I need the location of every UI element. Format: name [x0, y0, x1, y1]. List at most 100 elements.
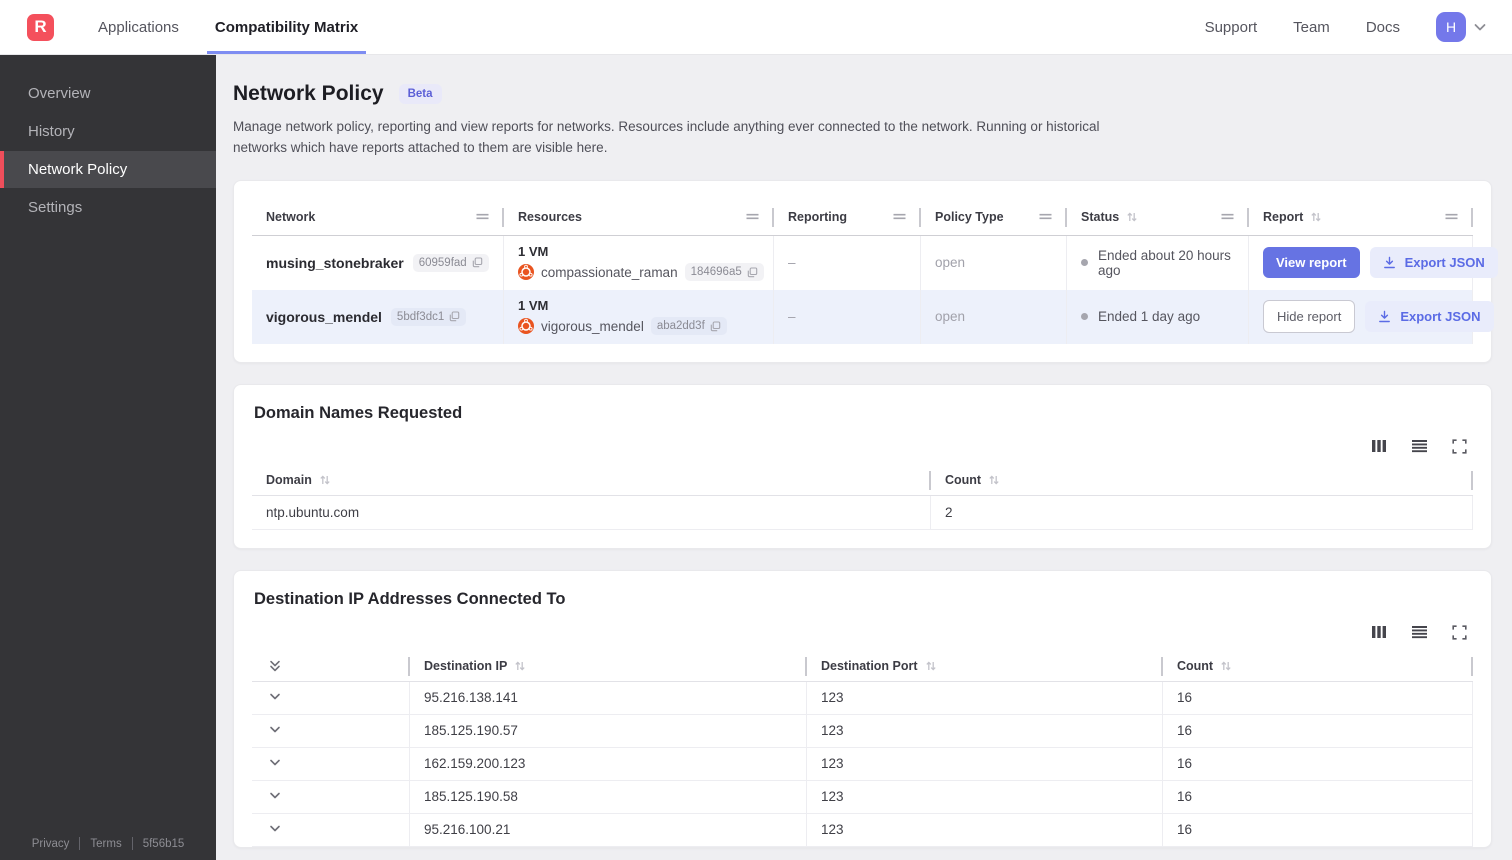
column-header-policy-type[interactable]: Policy Type	[921, 199, 1067, 236]
user-menu-toggle[interactable]	[1472, 19, 1488, 35]
destinations-card: Destination IP Addresses Connected To De…	[233, 569, 1492, 848]
vm-id-badge: 184696a5	[684, 263, 764, 282]
report-cell: View report Export JSON	[1249, 235, 1498, 290]
copy-icon[interactable]	[472, 257, 483, 268]
sort-icon[interactable]	[1310, 211, 1322, 223]
status-text: Ended 1 day ago	[1098, 309, 1201, 325]
destination-port-cell: 123	[807, 747, 1163, 781]
nav-link-support[interactable]: Support	[1205, 19, 1258, 36]
destination-ip-cell: 185.125.190.58	[410, 780, 807, 814]
nav-link-team[interactable]: Team	[1293, 19, 1330, 36]
column-header-destination-port[interactable]: Destination Port	[807, 652, 1163, 682]
sort-icon[interactable]	[319, 474, 331, 486]
double-chevron-down-icon[interactable]	[268, 659, 282, 673]
column-header-status[interactable]: Status	[1067, 199, 1249, 236]
rows-view-icon[interactable]	[1411, 439, 1428, 453]
sort-icon[interactable]	[1126, 211, 1138, 223]
column-header-count[interactable]: Count	[1163, 652, 1473, 682]
rows-view-icon[interactable]	[1411, 625, 1428, 639]
column-header-resources[interactable]: Resources	[504, 199, 774, 236]
export-json-button[interactable]: Export JSON	[1365, 301, 1494, 333]
nav-link-docs[interactable]: Docs	[1366, 19, 1400, 36]
status-text: Ended about 20 hours ago	[1098, 247, 1231, 278]
domains-table: Domain Count ntp.ubuntu.com 2	[252, 466, 1473, 530]
sort-icon[interactable]	[1220, 660, 1232, 672]
sidebar-item-network-policy[interactable]: Network Policy	[0, 151, 216, 188]
copy-icon[interactable]	[710, 321, 721, 332]
chevron-down-icon[interactable]	[268, 825, 282, 834]
drag-handle-icon[interactable]	[1038, 212, 1053, 221]
column-header-destination-ip[interactable]: Destination IP	[410, 652, 807, 682]
vm-id: aba2dd3f	[656, 320, 705, 333]
destinations-table: Destination IP Destination Port Count 95…	[252, 652, 1473, 847]
app-logo[interactable]: R	[27, 13, 54, 41]
column-header-label: Reporting	[788, 209, 848, 224]
sidebar-item-overview[interactable]: Overview	[0, 75, 216, 112]
copy-icon[interactable]	[747, 267, 758, 278]
export-json-button[interactable]: Export JSON	[1369, 247, 1498, 279]
fullscreen-icon[interactable]	[1452, 439, 1467, 454]
main-content: Network Policy Beta Manage network polic…	[216, 55, 1512, 860]
sort-icon[interactable]	[925, 660, 937, 672]
drag-handle-icon[interactable]	[745, 212, 760, 221]
drag-handle-icon[interactable]	[475, 212, 490, 221]
network-id-badge: 5bdf3dc1	[390, 307, 467, 326]
expand-all-header[interactable]	[252, 652, 410, 682]
drag-handle-icon[interactable]	[1444, 212, 1459, 221]
row-expander-cell	[252, 681, 410, 715]
column-header-domain[interactable]: Domain	[252, 466, 931, 496]
avatar[interactable]: H	[1436, 12, 1466, 42]
sidebar-item-history[interactable]: History	[0, 113, 216, 150]
sidebar-item-settings[interactable]: Settings	[0, 189, 216, 226]
chevron-down-icon[interactable]	[268, 792, 282, 801]
column-header-label: Resources	[518, 209, 582, 224]
ubuntu-icon	[518, 318, 534, 335]
fullscreen-icon[interactable]	[1452, 625, 1467, 640]
column-header-label: Destination Port	[821, 659, 918, 674]
column-header-label: Network	[266, 209, 316, 224]
export-json-label: Export JSON	[1404, 255, 1485, 271]
tab-compatibility-matrix[interactable]: Compatibility Matrix	[206, 0, 367, 54]
terms-link[interactable]: Terms	[90, 838, 121, 850]
column-header-label: Status	[1081, 209, 1120, 224]
chevron-down-icon[interactable]	[268, 693, 282, 702]
status-dot	[1081, 259, 1088, 267]
copy-icon[interactable]	[449, 311, 460, 322]
page-title: Network Policy	[233, 82, 384, 105]
network-name: vigorous_mendel	[266, 308, 382, 325]
sort-icon[interactable]	[988, 474, 1000, 486]
chevron-down-icon[interactable]	[268, 726, 282, 735]
column-header-reporting[interactable]: Reporting	[774, 199, 921, 236]
columns-view-icon[interactable]	[1371, 625, 1387, 639]
page-description: Manage network policy, reporting and vie…	[233, 119, 1100, 155]
card-title: Destination IP Addresses Connected To	[254, 589, 566, 608]
policy-type-cell: open	[921, 289, 1067, 344]
count-cell: 16	[1163, 747, 1473, 781]
destination-port-cell: 123	[807, 813, 1163, 847]
column-header-network[interactable]: Network	[252, 199, 504, 236]
build-id: 5f56b15	[142, 837, 185, 850]
sort-icon[interactable]	[514, 660, 526, 672]
primary-tabs: Applications Compatibility Matrix	[80, 0, 376, 54]
tab-applications[interactable]: Applications	[90, 0, 187, 54]
networks-table: Network Resources Reporting Policy Type …	[252, 199, 1498, 344]
drag-handle-icon[interactable]	[1220, 212, 1235, 221]
hide-report-button[interactable]: Hide report	[1263, 300, 1356, 334]
column-header-count[interactable]: Count	[931, 466, 1473, 496]
column-header-label: Count	[1177, 659, 1214, 674]
row-expander-cell	[252, 747, 410, 781]
count-cell: 2	[931, 495, 1473, 530]
destination-ip-cell: 185.125.190.57	[410, 714, 807, 748]
column-header-report[interactable]: Report	[1249, 199, 1473, 236]
network-id: 5bdf3dc1	[396, 310, 445, 323]
columns-view-icon[interactable]	[1371, 439, 1387, 453]
network-name-cell[interactable]: musing_stonebraker 60959fad	[252, 235, 504, 290]
chevron-down-icon[interactable]	[268, 759, 282, 768]
drag-handle-icon[interactable]	[892, 212, 907, 221]
privacy-link[interactable]: Privacy	[32, 838, 70, 850]
count-cell: 16	[1163, 780, 1473, 814]
network-name-cell[interactable]: vigorous_mendel 5bdf3dc1	[252, 289, 504, 344]
destination-ip-cell: 95.216.138.141	[410, 681, 807, 715]
view-report-button[interactable]: View report	[1263, 247, 1360, 279]
count-cell: 16	[1163, 681, 1473, 715]
